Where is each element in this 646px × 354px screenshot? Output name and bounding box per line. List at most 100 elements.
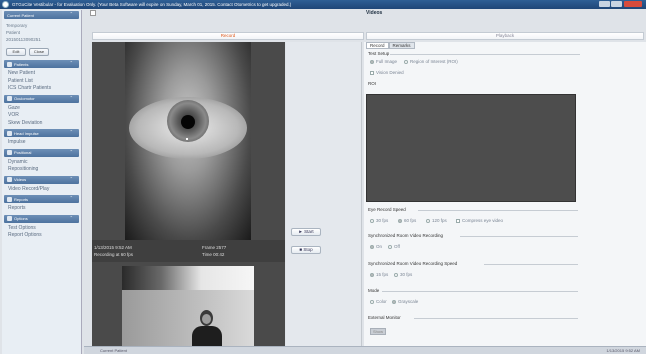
sidebar-section-options[interactable]: Options ⌃ (4, 214, 79, 223)
sidebar-section-patients[interactable]: Patients ⌃ (4, 60, 79, 68)
sidebar-item-patient-list[interactable]: Patient List (8, 78, 75, 86)
option-label: 120 fps (432, 218, 447, 223)
head-impulse-icon (7, 130, 12, 136)
reports-icon (7, 196, 12, 202)
vision-denied-checkbox[interactable]: Vision Denied (370, 70, 404, 75)
eye-video-feed (125, 42, 251, 240)
chevron-up-icon: ⌃ (69, 94, 73, 100)
sidebar-item-gaze[interactable]: Gaze (8, 105, 75, 113)
sidebar-section-oculomotor[interactable]: Oculomotor ⌃ (4, 94, 79, 103)
radio-room-15fps[interactable]: 15 fps (370, 272, 388, 277)
patients-icon (7, 61, 12, 67)
close-window-button[interactable] (624, 1, 642, 7)
sidebar-item-report-options[interactable]: Report Options (8, 232, 75, 240)
external-monitor-button-label: Show (372, 329, 383, 334)
option-label: 30 fps (400, 272, 413, 277)
person-face (202, 314, 211, 324)
radio-selected-icon (392, 299, 396, 304)
section-label: Head Impulse (14, 130, 39, 136)
option-label: Color (376, 299, 387, 304)
sidebar-item-dynamic[interactable]: Dynamic (8, 159, 75, 167)
window-menu-icon[interactable] (90, 10, 96, 16)
tab-playback-label: Playback (495, 33, 515, 38)
sidebar-item-impulse[interactable]: Impulse (8, 139, 75, 147)
current-patient-header[interactable]: Current Patient ⌃ (4, 11, 79, 19)
sidebar-item-new-patient[interactable]: New Patient (8, 70, 75, 78)
sidebar-item-test-options[interactable]: Test Options (8, 225, 75, 233)
radio-full-image[interactable]: Full Image (370, 59, 397, 64)
sidebar-item-ics-chartr-patients[interactable]: ICS Chartr Patients (8, 85, 75, 93)
maximize-button[interactable] (611, 1, 622, 7)
close-patient-button[interactable]: Close (29, 48, 49, 56)
radio-unselected-icon (404, 59, 408, 64)
sidebar-section-head-impulse[interactable]: Head Impulse ⌃ (4, 129, 79, 137)
current-patient-header-label: Current Patient (7, 12, 34, 18)
room-ceiling (122, 266, 254, 290)
stop-button[interactable]: ■ Stop (291, 246, 321, 254)
control-column: ► Start ■ Stop (286, 42, 362, 354)
record-options-panel: Record Remarks Test Setup Full Image Reg… (364, 42, 646, 354)
tab-record[interactable]: Record (92, 32, 364, 40)
option-label: 60 fps (404, 218, 417, 223)
radio-60fps[interactable]: 60 fps (398, 218, 416, 223)
radio-120fps[interactable]: 120 fps (426, 218, 447, 223)
compress-eye-video-checkbox[interactable]: Compress eye video (456, 218, 503, 223)
divider (414, 318, 578, 319)
sidebar-item-video-record-play[interactable]: Video Record/Play (8, 186, 75, 194)
section-label: Patients (14, 61, 29, 67)
subtab-record[interactable]: Record (366, 42, 389, 49)
chevron-up-icon: ⌃ (69, 148, 73, 154)
options-icon (7, 216, 12, 221)
frame-counter: Frame 2577 (202, 245, 227, 250)
sidebar-item-reports[interactable]: Reports (8, 205, 75, 213)
sidebar-item-skew-deviation[interactable]: Skew Deviation (8, 120, 75, 128)
tab-playback[interactable]: Playback (366, 32, 644, 40)
option-label: Compress eye video (462, 218, 504, 223)
radio-sync-on[interactable]: On (370, 244, 382, 249)
radio-roi[interactable]: Region of Interest (ROI) (404, 59, 458, 64)
section-label: Positional (14, 150, 32, 155)
sidebar-item-repositioning[interactable]: Repositioning (8, 166, 75, 174)
radio-unselected-icon (388, 244, 392, 249)
roi-preview[interactable] (366, 94, 576, 202)
close-patient-label: Close (33, 49, 45, 54)
status-bar-right: 1/13/2015 9:52 AM (606, 348, 640, 353)
radio-30fps[interactable]: 30 fps (370, 218, 388, 223)
subtab-remarks[interactable]: Remarks (388, 42, 415, 49)
start-button-label: Start (304, 229, 314, 234)
option-label: Grayscale (398, 299, 419, 304)
section-label: Reports (14, 196, 29, 202)
test-setup-title: Test Setup (368, 51, 390, 56)
sidebar-item-vor[interactable]: VOR (8, 112, 75, 120)
radio-room-30fps[interactable]: 30 fps (394, 272, 412, 277)
divider (484, 264, 578, 265)
edit-patient-button[interactable]: Edit (6, 48, 26, 56)
radio-selected-icon (370, 59, 374, 64)
videos-icon (7, 177, 12, 182)
external-monitor-button[interactable]: Show (370, 328, 386, 335)
radio-selected-icon (370, 272, 374, 277)
sidebar-section-reports[interactable]: Reports ⌃ (4, 195, 79, 203)
chevron-up-icon: ⌃ (69, 214, 73, 220)
sidebar-section-videos[interactable]: Videos ⌃ (4, 175, 79, 184)
radio-grayscale[interactable]: Grayscale (392, 299, 418, 304)
room-video-feed (122, 266, 254, 354)
roi-label: ROI (368, 81, 377, 86)
sync-room-title: Synchronized Room Video Recording (368, 233, 443, 238)
option-label: Full Image (376, 59, 398, 64)
mode-title: Mode (368, 288, 380, 293)
record-sub-tabs: Record Remarks (366, 42, 415, 49)
minimize-button[interactable] (599, 1, 610, 7)
chevron-up-icon: ⌃ (69, 175, 73, 181)
patient-id: 20150113090251 (6, 37, 41, 42)
sidebar: Current Patient ⌃ Temporary Patient 2015… (2, 10, 82, 354)
eye-glint (186, 138, 188, 140)
radio-color[interactable]: Color (370, 299, 387, 304)
oculomotor-icon (7, 96, 12, 101)
sidebar-section-positional[interactable]: Positional ⌃ (4, 148, 79, 157)
radio-sync-off[interactable]: Off (388, 244, 400, 249)
start-button[interactable]: ► Start (291, 228, 321, 236)
chevron-up-icon: ⌃ (69, 60, 73, 65)
positional-icon (7, 150, 12, 155)
chevron-up-icon[interactable]: ⌃ (70, 11, 73, 16)
